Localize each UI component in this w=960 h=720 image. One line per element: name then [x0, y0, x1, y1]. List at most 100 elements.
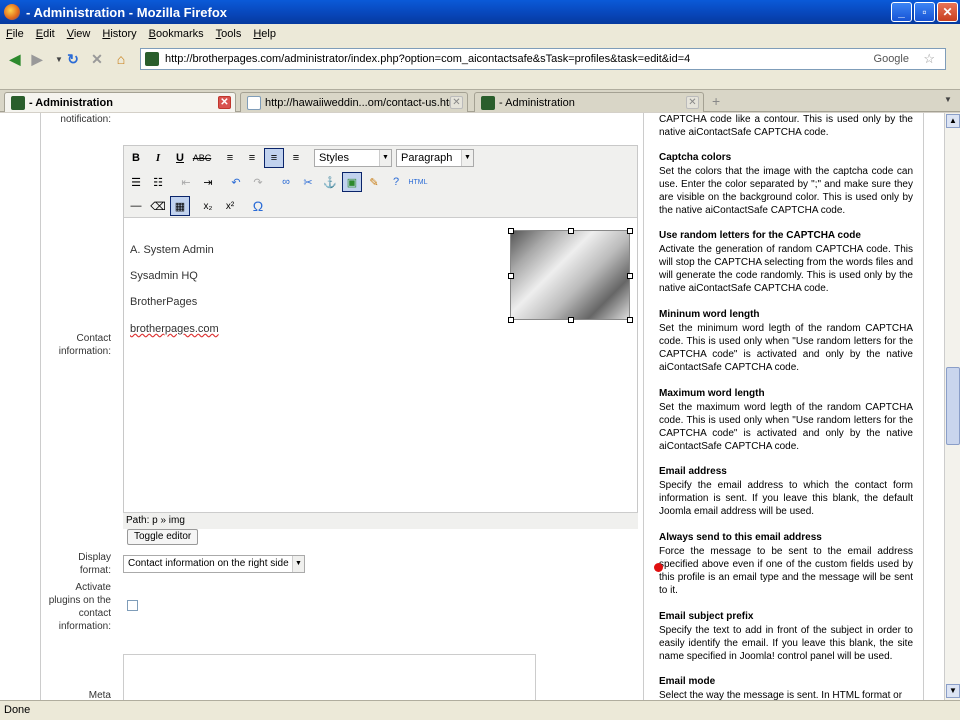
help-text: Specify the email address to which the c…	[659, 480, 913, 517]
selected-image[interactable]	[508, 228, 633, 323]
display-format-value: Contact information on the right side	[128, 558, 289, 569]
resize-handle[interactable]	[568, 228, 574, 234]
link-icon[interactable]: ∞	[276, 172, 296, 192]
html-source-icon[interactable]: HTML	[408, 172, 428, 192]
resize-handle[interactable]	[568, 317, 574, 323]
close-tab-icon[interactable]: ✕	[686, 96, 699, 109]
tab-label: http://hawaiiweddin...om/contact-us.html	[265, 96, 461, 109]
help-title: Email address	[659, 466, 727, 477]
help-title: Always send to this email address	[659, 532, 822, 543]
scroll-up-icon[interactable]: ▲	[946, 114, 960, 128]
tab-administration-2[interactable]: - Administration ✕	[474, 92, 704, 112]
page-content: notification: Contact information: B I U…	[0, 113, 944, 700]
menu-tools[interactable]: Tools	[210, 28, 248, 40]
help-text: Set the minimum word legth of the random…	[659, 323, 913, 373]
visual-aid-icon[interactable]: ▦	[170, 196, 190, 216]
resize-handle[interactable]	[508, 273, 514, 279]
activate-plugins-checkbox[interactable]	[127, 600, 138, 611]
image-icon[interactable]: ▣	[342, 172, 362, 192]
align-right-icon[interactable]: ≡	[264, 148, 284, 168]
title-bar: - Administration - Mozilla Firefox _ ▫ ✕	[0, 0, 960, 24]
url-bar[interactable]: http://brotherpages.com/administrator/in…	[140, 48, 946, 70]
page-icon	[247, 96, 261, 110]
menu-bookmarks[interactable]: Bookmarks	[143, 28, 210, 40]
special-character-icon[interactable]: Ω	[248, 196, 268, 216]
undo-icon[interactable]: ↶	[226, 172, 246, 192]
forward-icon[interactable]: ▶	[26, 48, 48, 70]
toggle-editor-button[interactable]: Toggle editor	[127, 529, 199, 545]
cleanup-icon[interactable]: ✎	[364, 172, 384, 192]
scroll-thumb[interactable]	[946, 367, 960, 445]
align-left-icon[interactable]: ≡	[220, 148, 240, 168]
tab-administration-1[interactable]: - Administration ✕	[4, 92, 236, 112]
menu-file[interactable]: File	[0, 28, 30, 40]
bookmark-star-icon[interactable]: ☆	[923, 51, 935, 67]
paragraph-select[interactable]: Paragraph ▼	[396, 149, 474, 167]
help-text: Specify the text to add in front of the …	[659, 625, 913, 662]
indent-icon[interactable]: ⇥	[198, 172, 218, 192]
menu-edit[interactable]: Edit	[30, 28, 61, 40]
close-button[interactable]: ✕	[937, 2, 958, 22]
help-text: Select the way the message is sent. In H…	[659, 690, 903, 700]
resize-handle[interactable]	[627, 317, 633, 323]
italic-icon[interactable]: I	[148, 148, 168, 168]
remove-format-icon[interactable]: ⌫	[148, 196, 168, 216]
tab-list-icon[interactable]: ▼	[944, 95, 952, 104]
chevron-down-icon: ▼	[461, 150, 473, 166]
activate-plugins-label: Activate plugins on the contact informat…	[48, 582, 111, 632]
unlink-icon[interactable]: ✂	[298, 172, 318, 192]
maximize-button[interactable]: ▫	[914, 2, 935, 22]
vertical-scrollbar[interactable]: ▲ ▼	[944, 113, 960, 700]
strikethrough-icon[interactable]: ABC	[192, 148, 212, 168]
numbered-list-icon[interactable]: ☷	[148, 172, 168, 192]
subscript-icon[interactable]: x₂	[198, 196, 218, 216]
help-icon[interactable]: ?	[386, 172, 406, 192]
notification-label: notification:	[60, 114, 111, 125]
resize-handle[interactable]	[627, 273, 633, 279]
reload-icon[interactable]: ↻	[62, 48, 84, 70]
display-format-select[interactable]: Contact information on the right side ▼	[123, 555, 305, 573]
joomla-icon	[11, 96, 25, 110]
contact-info-label: Contact information:	[58, 333, 111, 357]
menu-history[interactable]: History	[96, 28, 142, 40]
back-icon[interactable]: ◀	[4, 48, 26, 70]
firefox-logo-icon	[4, 4, 20, 20]
cursor-highlight	[654, 563, 663, 572]
meta-label: Meta	[88, 690, 111, 700]
justify-icon[interactable]: ≡	[286, 148, 306, 168]
home-icon[interactable]: ⌂	[110, 48, 132, 70]
bold-icon[interactable]: B	[126, 148, 146, 168]
scroll-down-icon[interactable]: ▼	[946, 684, 960, 698]
menu-bar: File Edit View History Bookmarks Tools H…	[0, 24, 960, 44]
resize-handle[interactable]	[508, 228, 514, 234]
menu-help[interactable]: Help	[247, 28, 282, 40]
resize-handle[interactable]	[627, 228, 633, 234]
navigation-bar: ◀ ▶ ▼ ↻ ✕ ⌂ http://brotherpages.com/admi…	[0, 44, 960, 90]
underline-icon[interactable]: U	[170, 148, 190, 168]
superscript-icon[interactable]: x²	[220, 196, 240, 216]
editor-path-bar: Path: p » img	[123, 512, 638, 529]
menu-view[interactable]: View	[61, 28, 97, 40]
outdent-icon[interactable]: ⇤	[176, 172, 196, 192]
close-tab-icon[interactable]: ✕	[450, 96, 463, 109]
bullet-list-icon[interactable]: ☰	[126, 172, 146, 192]
stop-icon[interactable]: ✕	[86, 48, 108, 70]
tab-hawaii-contact[interactable]: http://hawaiiweddin...om/contact-us.html…	[240, 92, 468, 112]
close-tab-icon[interactable]: ✕	[218, 96, 231, 109]
minimize-button[interactable]: _	[891, 2, 912, 22]
tab-bar: - Administration ✕ http://hawaiiweddin..…	[0, 90, 960, 112]
chevron-down-icon: ▼	[292, 556, 304, 572]
styles-select[interactable]: Styles ▼	[314, 149, 392, 167]
new-tab-icon[interactable]: +	[712, 93, 720, 109]
status-bar: Done	[0, 700, 960, 720]
redo-icon[interactable]: ↷	[248, 172, 268, 192]
anchor-icon[interactable]: ⚓	[320, 172, 340, 192]
help-intro: CAPTCHA code like a contour. This is use…	[659, 114, 913, 138]
align-center-icon[interactable]: ≡	[242, 148, 262, 168]
url-text[interactable]: http://brotherpages.com/administrator/in…	[165, 53, 690, 65]
rich-text-editor[interactable]: B I U ABC ≡ ≡ ≡ ≡ Styles ▼ Paragraph ▼ ☰ ☷…	[123, 145, 638, 529]
meta-textarea[interactable]	[123, 654, 536, 700]
resize-handle[interactable]	[508, 317, 514, 323]
horizontal-rule-icon[interactable]: —	[126, 196, 146, 216]
display-format-label: Display format:	[78, 552, 111, 576]
